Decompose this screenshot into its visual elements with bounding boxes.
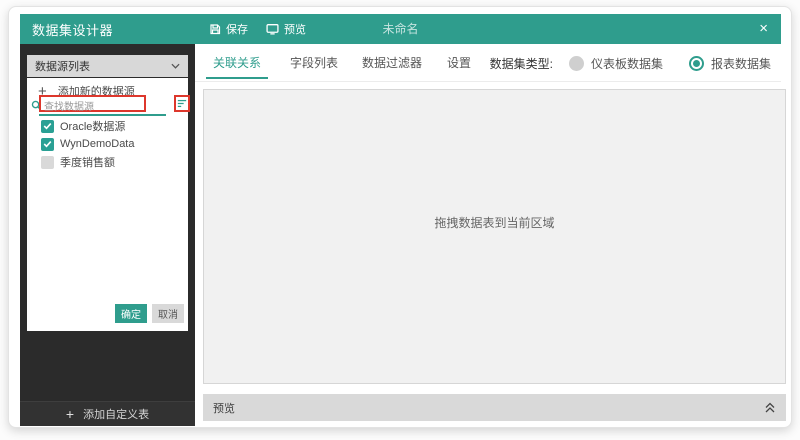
radio-dashboard-dataset[interactable] — [569, 56, 584, 71]
close-button[interactable]: × — [759, 14, 768, 44]
tab-settings[interactable]: 设置 — [440, 44, 478, 82]
save-button[interactable]: 保存 — [209, 21, 248, 37]
collapse-up-icon[interactable] — [765, 402, 775, 413]
datasource-list: Oracle数据源 WynDemoData 季度销售额 — [27, 117, 188, 171]
tab-data-filter[interactable]: 数据过滤器 — [355, 44, 429, 82]
sort-button[interactable] — [174, 95, 190, 112]
close-icon: × — [759, 20, 768, 37]
dataset-type-group: 数据集类型: 仪表板数据集 报表数据集 — [490, 44, 771, 82]
check-icon — [43, 122, 52, 130]
app-header: 数据集设计器 保存 预览 — [20, 14, 781, 44]
preview-button[interactable]: 预览 — [266, 21, 306, 37]
search-row — [27, 95, 188, 117]
add-custom-table-button[interactable]: + 添加自定义表 — [20, 401, 195, 426]
dropdown-value: 数据源列表 — [35, 58, 90, 74]
datasource-item[interactable]: 季度销售额 — [27, 153, 188, 171]
sort-icon — [177, 99, 187, 108]
preview-icon — [266, 23, 279, 35]
tab-relations[interactable]: 关联关系 — [206, 44, 268, 82]
search-input-highlight — [39, 95, 146, 112]
tab-field-list[interactable]: 字段列表 — [283, 44, 345, 82]
radio-report-label[interactable]: 报表数据集 — [711, 55, 771, 72]
save-label: 保存 — [226, 21, 248, 37]
datasource-item[interactable]: Oracle数据源 — [27, 117, 188, 135]
radio-dot — [693, 60, 700, 67]
add-custom-table-label: 添加自定义表 — [83, 406, 149, 422]
dataset-type-label: 数据集类型: — [490, 55, 553, 72]
search-input[interactable] — [41, 101, 144, 114]
drop-hint-text: 拖拽数据表到当前区域 — [434, 214, 554, 231]
radio-dashboard-label[interactable]: 仪表板数据集 — [591, 55, 663, 72]
chevron-down-icon — [171, 63, 180, 69]
cancel-button[interactable]: 取消 — [152, 304, 184, 323]
checkbox-unchecked[interactable] — [41, 156, 54, 169]
panel-buttons: 确定 取消 — [115, 304, 184, 323]
datasource-panel: + 添加新的数据源 — [27, 78, 188, 331]
confirm-button[interactable]: 确定 — [115, 304, 147, 323]
checkbox-checked[interactable] — [41, 120, 54, 133]
preview-bar[interactable]: 预览 — [203, 394, 786, 421]
table-drop-area[interactable]: 拖拽数据表到当前区域 — [203, 89, 786, 384]
header-actions: 保存 预览 — [209, 14, 306, 44]
tab-bar: 关联关系 字段列表 数据过滤器 设置 数据集类型: 仪表板数据集 报表数据集 — [195, 44, 781, 82]
plus-icon: + — [66, 406, 74, 422]
app-root: 数据集设计器 保存 预览 — [20, 14, 781, 426]
main-area: 关联关系 字段列表 数据过滤器 设置 数据集类型: 仪表板数据集 报表数据集 拖… — [195, 44, 781, 426]
datasource-label: WynDemoData — [60, 138, 134, 150]
radio-report-dataset[interactable] — [689, 56, 704, 71]
datasource-list-dropdown[interactable]: 数据源列表 — [27, 55, 188, 77]
sidebar: 数据源列表 + 添加新的数据源 — [20, 44, 195, 426]
preview-bar-label: 预览 — [213, 400, 235, 416]
checkbox-checked[interactable] — [41, 138, 54, 151]
document-name: 未命名 — [20, 14, 781, 44]
datasource-label: Oracle数据源 — [60, 118, 125, 134]
app-title: 数据集设计器 — [32, 20, 113, 39]
dataset-designer-window: 数据集设计器 保存 预览 — [8, 6, 792, 428]
preview-label: 预览 — [284, 21, 306, 37]
datasource-item[interactable]: WynDemoData — [27, 135, 188, 153]
search-underline — [39, 114, 166, 116]
datasource-label: 季度销售额 — [60, 154, 115, 170]
save-icon — [209, 23, 221, 35]
check-icon — [43, 140, 52, 148]
